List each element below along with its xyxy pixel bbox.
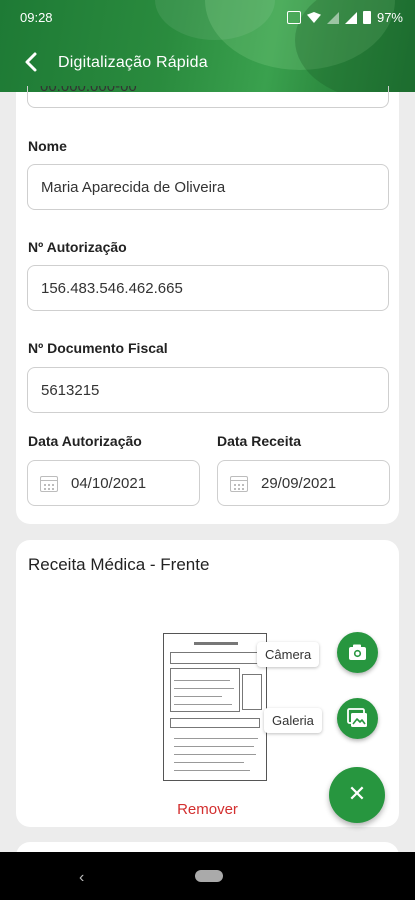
camera-icon (349, 644, 366, 660)
nome-label: Nome (28, 138, 67, 154)
data-receita-value: 29/09/2021 (261, 475, 337, 492)
documento-fiscal-value: 5613215 (41, 382, 100, 399)
document-line (194, 642, 238, 645)
wifi-icon (306, 12, 321, 23)
cpf-value: 00.000.000-00 (40, 86, 137, 95)
form-card: 00.000.000-00 Nome Maria Aparecida de Ol… (16, 86, 399, 524)
data-autorizacao-value: 04/10/2021 (71, 475, 147, 492)
document-block (170, 668, 240, 712)
cpf-field[interactable]: 00.000.000-00 (27, 86, 389, 108)
document-line (174, 704, 232, 705)
camera-fab[interactable] (337, 632, 378, 673)
system-nav-bar: ‹ (0, 852, 415, 900)
close-icon: ✕ (347, 781, 367, 806)
galeria-fab[interactable] (337, 698, 378, 739)
document-stamp (242, 674, 262, 710)
receita-thumbnail[interactable] (163, 633, 267, 781)
galeria-fab-label[interactable]: Galeria (264, 708, 322, 733)
nav-home-icon[interactable] (195, 870, 223, 882)
app-header: 09:28 97% Digitalização Rápida (0, 0, 415, 92)
document-line (174, 754, 256, 755)
autorizacao-value: 156.483.546.462.665 (41, 280, 183, 297)
nav-back-icon[interactable]: ‹ (79, 869, 84, 887)
vibrate-icon (286, 11, 301, 24)
document-line (174, 680, 230, 681)
document-line (174, 738, 258, 739)
data-autorizacao-label: Data Autorização (28, 433, 142, 449)
data-receita-field[interactable]: 29/09/2021 (217, 460, 390, 506)
document-block (170, 718, 260, 728)
page-title: Digitalização Rápida (58, 54, 208, 71)
signal-icon (326, 11, 339, 24)
autorizacao-field[interactable]: 156.483.546.462.665 (27, 265, 389, 311)
data-autorizacao-field[interactable]: 04/10/2021 (27, 460, 200, 506)
signal-icon (344, 11, 357, 24)
nome-field[interactable]: Maria Aparecida de Oliveira (27, 164, 389, 210)
battery-level: 97% (376, 10, 403, 25)
document-line (174, 688, 234, 689)
calendar-icon (40, 476, 58, 492)
status-bar: 09:28 97% (0, 0, 415, 34)
document-line (174, 762, 244, 763)
receita-card-title: Receita Médica - Frente (28, 555, 210, 574)
battery-icon (362, 11, 371, 24)
documento-fiscal-field[interactable]: 5613215 (27, 367, 389, 413)
nome-value: Maria Aparecida de Oliveira (41, 179, 226, 196)
chevron-left-icon (25, 52, 37, 72)
document-line (174, 746, 254, 747)
status-icons: 97% (286, 10, 403, 25)
document-line (174, 696, 222, 697)
back-button[interactable] (22, 50, 42, 74)
status-time: 09:28 (20, 10, 53, 25)
autorizacao-label: Nº Autorização (28, 239, 127, 255)
gallery-icon (347, 708, 367, 727)
documento-fiscal-label: Nº Documento Fiscal (28, 340, 168, 356)
document-block (170, 652, 258, 664)
calendar-icon (230, 476, 248, 492)
close-fab[interactable]: ✕ (329, 767, 385, 823)
camera-fab-label[interactable]: Câmera (257, 642, 320, 667)
document-line (174, 770, 250, 771)
data-receita-label: Data Receita (217, 433, 302, 449)
